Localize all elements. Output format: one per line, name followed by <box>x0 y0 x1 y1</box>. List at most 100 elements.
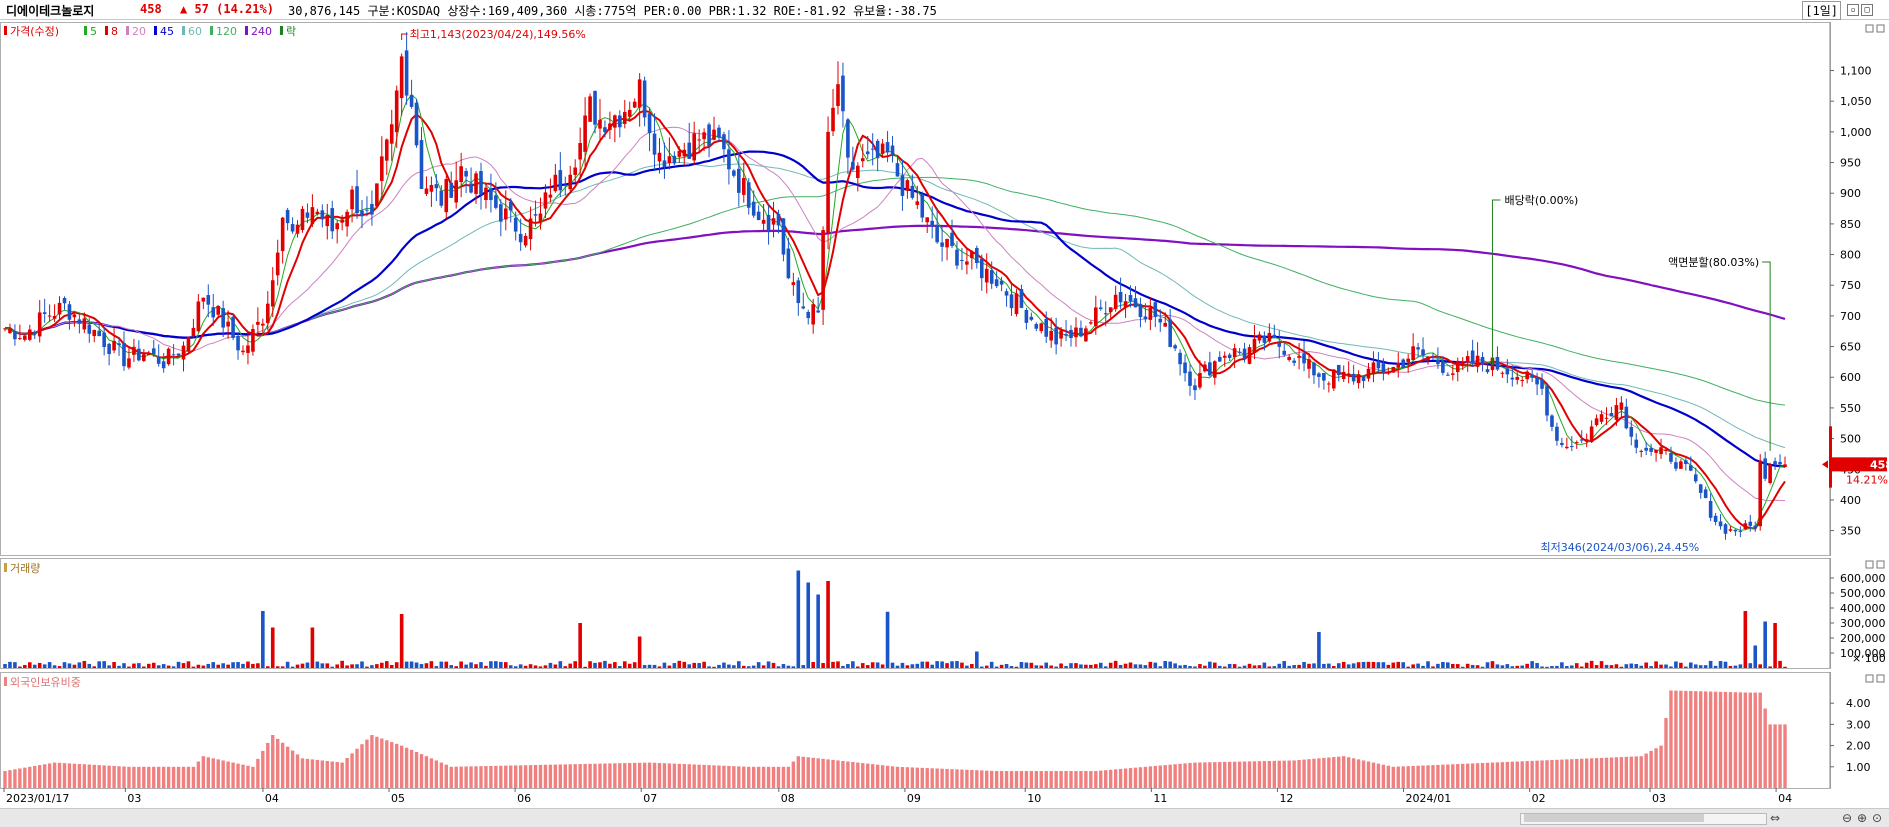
foreign-bar <box>1684 690 1688 788</box>
foreign-bar <box>672 763 677 788</box>
window-max-icon[interactable]: □ <box>1861 4 1873 16</box>
candle-body <box>816 310 820 313</box>
chart-scrollbar-thumb[interactable] <box>1524 814 1704 822</box>
foreign-bar <box>518 765 523 788</box>
candle-body <box>290 224 295 232</box>
stock-chart[interactable]: 3504004505005506006507007508008509009501… <box>0 20 1889 808</box>
candle-body <box>1242 348 1247 359</box>
volume-bar <box>885 611 890 668</box>
foreign-bar <box>1208 762 1212 788</box>
foreign-bar <box>1178 763 1182 788</box>
volume-bar <box>1505 664 1510 668</box>
candle-body <box>741 178 746 195</box>
volume-bar <box>786 665 791 668</box>
volume-bar <box>1426 661 1430 668</box>
candle-body <box>1669 453 1673 462</box>
foreign-bar <box>38 765 42 788</box>
foreign-bar <box>935 768 939 788</box>
foreign-bar <box>811 757 815 788</box>
candle-body <box>1426 356 1430 361</box>
volume-bar <box>305 662 310 668</box>
foreign-bar <box>712 765 716 788</box>
foreign-bar <box>1669 690 1673 788</box>
candle-body <box>1292 360 1296 363</box>
zoom-range-icon[interactable]: ⇔ <box>1770 811 1780 825</box>
zoom-out-icon[interactable]: ⊖ <box>1842 811 1852 825</box>
zoom-in-icon[interactable]: ⊕ <box>1857 811 1867 825</box>
candle-body <box>1659 447 1663 455</box>
foreign-bar <box>345 757 349 788</box>
foreign-bar <box>747 766 751 788</box>
candle-body <box>146 354 151 356</box>
foreign-bar <box>717 765 721 788</box>
volume-bar <box>1098 662 1103 668</box>
x-tick-label: 03 <box>1652 792 1666 805</box>
stock-name[interactable]: 디에이테크놀로지 <box>6 2 94 19</box>
volume-bar <box>176 661 181 668</box>
candle-body <box>1406 358 1410 362</box>
volume-bar <box>548 662 553 668</box>
volume-bar <box>57 666 62 668</box>
candle-body <box>1718 521 1723 527</box>
foreign-bar <box>419 754 424 788</box>
foreign-bar <box>1629 756 1633 788</box>
volume-bar <box>637 636 642 668</box>
foreign-bar <box>1505 761 1510 788</box>
candle-body <box>1173 345 1177 349</box>
candle-body <box>1728 529 1733 531</box>
volume-bar <box>1401 662 1406 668</box>
foreign-bar <box>851 762 855 788</box>
foreign-bar <box>1530 760 1534 788</box>
candle-body <box>236 335 240 351</box>
volume-tick-label: 600,000 <box>1840 572 1886 585</box>
foreign-bar <box>295 754 300 788</box>
candle-body <box>1346 373 1351 376</box>
candle-body <box>984 268 989 283</box>
foreign-bar <box>107 765 111 788</box>
candle-body <box>955 249 959 266</box>
candle-body <box>1307 359 1311 369</box>
candle-body <box>1574 442 1579 444</box>
candle-body <box>1783 464 1787 468</box>
foreign-bar <box>1659 745 1663 788</box>
candle-body <box>1505 368 1510 375</box>
candle-body <box>1475 355 1480 367</box>
period-selector[interactable]: [1일] <box>1802 1 1841 20</box>
foreign-bar <box>1783 724 1787 788</box>
window-restore-icon[interactable]: ▫ <box>1847 4 1859 16</box>
candle-body <box>1118 291 1123 303</box>
foreign-bar <box>528 765 533 788</box>
candle-body <box>1247 347 1252 364</box>
foreign-bar <box>474 766 478 788</box>
candle-body <box>880 143 885 154</box>
volume-bar <box>766 661 771 668</box>
volume-bar <box>657 666 662 668</box>
volume-bar <box>940 661 944 668</box>
foreign-bar <box>1753 692 1757 788</box>
volume-bar <box>841 665 845 668</box>
candle-body <box>1089 322 1093 324</box>
foreign-bar <box>241 764 245 788</box>
volume-bar <box>1004 663 1009 668</box>
foreign-bar <box>1292 760 1296 788</box>
volume-bar <box>821 663 825 668</box>
zoom-reset-icon[interactable]: ⊙ <box>1872 811 1882 825</box>
foreign-bar <box>57 762 62 788</box>
candle-body <box>1773 461 1777 465</box>
candle-body <box>1515 376 1520 380</box>
candle-body <box>1193 385 1197 391</box>
volume-bar <box>444 661 449 668</box>
volume-bar <box>1778 660 1782 668</box>
candle-body <box>563 184 568 186</box>
candle-body <box>1024 309 1029 323</box>
candle-body <box>27 329 32 340</box>
candle-body <box>1064 334 1068 336</box>
volume-bar <box>1178 665 1182 668</box>
foreign-bar <box>1456 764 1460 788</box>
foreign-bar <box>1604 757 1609 788</box>
volume-bar <box>1064 666 1068 668</box>
stock-header: 디에이테크놀로지 458 ▲ 57 (14.21%) 30,876,145 구분… <box>0 0 1889 20</box>
volume-bar <box>1431 666 1435 668</box>
foreign-bar <box>662 763 667 788</box>
volume-bar <box>1272 666 1277 668</box>
